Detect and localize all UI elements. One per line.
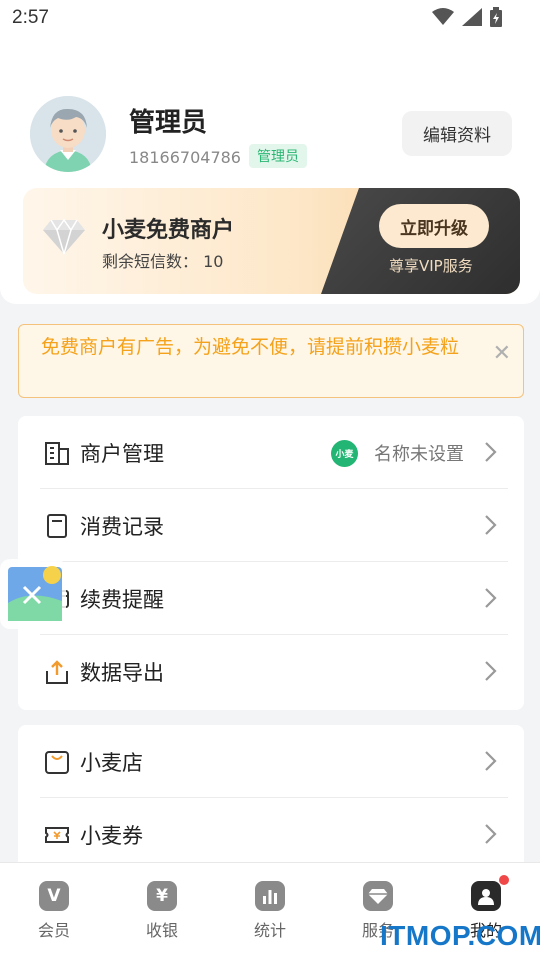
status-time: 2:57 [12,7,49,28]
vip-sms-count: 剩余短信数： 10 [102,248,223,272]
profile-phone: 18166704786 [129,148,241,167]
profile-panel: 管理员 18166704786 管理员 编辑资料 小麦免费商户 剩余短信数： 1… [0,36,540,304]
chevron-right-icon [485,751,497,771]
stats-icon [255,881,285,911]
vip-sms-label: 剩余短信数： [102,252,199,271]
menu-card-services: 小麦店 小麦券 [18,725,524,871]
avatar[interactable] [30,96,106,172]
chevron-right-icon [485,442,497,462]
menu-label: 小麦店 [80,751,143,775]
vip-sms-value: 10 [203,252,224,271]
ad-notice-text: 免费商户有广告，为避免不便，请提前积攒小麦粒 [41,336,460,358]
export-box-icon [46,660,68,684]
menu-label: 续费提醒 [80,588,164,612]
close-icon[interactable]: ✕ [493,341,511,366]
profile-name: 管理员 [129,108,208,138]
floating-image-widget[interactable] [0,559,66,629]
receipt-icon [47,514,67,538]
vip-icon: V [39,881,69,911]
menu-label: 消费记录 [80,515,164,539]
wifi-icon [432,8,454,25]
cashier-yen-icon: ¥ [147,881,177,911]
shop-bag-icon [45,751,69,774]
signal-icon [462,8,482,26]
nav-label: 收银 [145,921,178,940]
menu-item-data-export[interactable]: 数据导出 [18,635,524,708]
avatar-illustration-icon [30,96,106,172]
edit-profile-button[interactable]: 编辑资料 [402,111,512,156]
diamond-icon [43,218,85,254]
nav-label: 统计 [253,921,286,940]
vip-card[interactable]: 小麦免费商户 剩余短信数： 10 立即升级 尊享VIP服务 [23,188,520,294]
menu-item-merchant-management[interactable]: 商户管理 小麦 名称未设置 [18,416,524,489]
nav-item-vip[interactable]: V 会员 [14,881,94,941]
chevron-right-icon [485,824,497,844]
menu-label: 数据导出 [80,661,164,685]
nav-item-cashier[interactable]: ¥ 收银 [122,881,202,941]
ad-notice-banner: 免费商户有广告，为避免不便，请提前积攒小麦粒 ✕ [18,324,524,398]
menu-card-account: 商户管理 小麦 名称未设置 消费记录 续费提醒 数据导出 [18,416,524,710]
watermark: ITMOP.COM [380,920,540,951]
role-badge: 管理员 [249,144,307,168]
coupon-icon [45,827,69,843]
chevron-right-icon [485,515,497,535]
chevron-right-icon [485,588,497,608]
diamond-icon [363,881,393,911]
merchant-name-value: 名称未设置 [374,444,464,465]
menu-label: 商户管理 [80,442,164,466]
status-bar: 2:57 [0,0,540,36]
store-building-icon [45,442,69,465]
image-placeholder-icon [0,559,66,629]
menu-label: 小麦券 [80,824,143,848]
vip-title: 小麦免费商户 [102,218,235,243]
menu-item-consumption-records[interactable]: 消费记录 [18,489,524,562]
profile-icon [471,875,509,911]
nav-label: 会员 [37,921,70,940]
menu-item-renewal-reminder[interactable]: 续费提醒 [18,562,524,635]
status-icons [432,7,502,27]
battery-icon [490,7,502,27]
menu-item-xiaomai-coupon[interactable]: 小麦券 [18,798,524,871]
notification-dot [499,875,509,885]
merchant-logo: 小麦 [331,440,358,467]
chevron-right-icon [485,661,497,681]
vip-service-label: 尊享VIP服务 [389,257,473,275]
menu-item-xiaomai-shop[interactable]: 小麦店 [18,725,524,798]
nav-item-stats[interactable]: 统计 [230,881,310,941]
upgrade-button[interactable]: 立即升级 [379,204,489,248]
